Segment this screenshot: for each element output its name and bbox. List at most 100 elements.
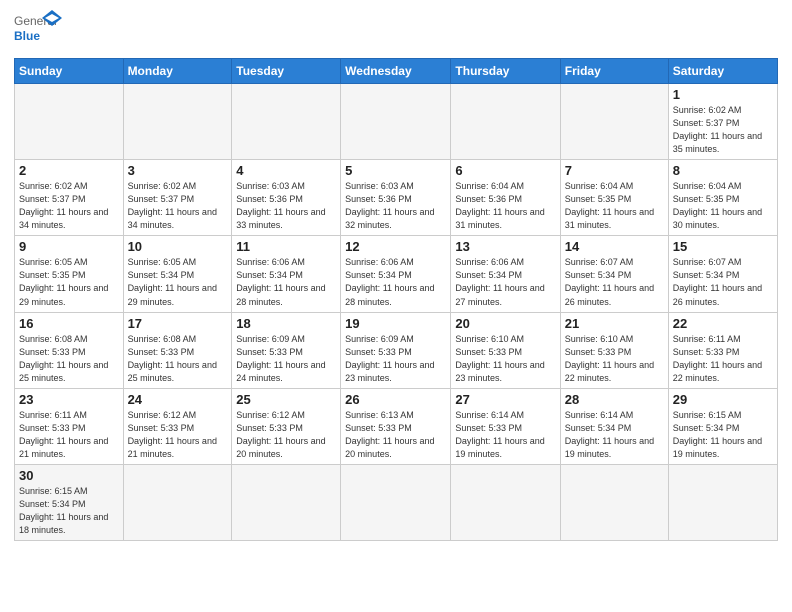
day-number: 26 (345, 392, 446, 407)
weekday-header-friday: Friday (560, 59, 668, 84)
calendar-cell: 16 Sunrise: 6:08 AM Sunset: 5:33 PM Dayli… (15, 312, 124, 388)
generalblue-logo-icon: General Blue (14, 10, 62, 52)
day-number: 27 (455, 392, 555, 407)
calendar-cell: 27 Sunrise: 6:14 AM Sunset: 5:33 PM Dayli… (451, 388, 560, 464)
svg-text:Blue: Blue (14, 29, 40, 43)
day-info: Sunrise: 6:12 AM Sunset: 5:33 PM Dayligh… (128, 409, 228, 461)
day-number: 21 (565, 316, 664, 331)
day-info: Sunrise: 6:09 AM Sunset: 5:33 PM Dayligh… (236, 333, 336, 385)
day-number: 20 (455, 316, 555, 331)
calendar-cell (232, 84, 341, 160)
day-info: Sunrise: 6:02 AM Sunset: 5:37 PM Dayligh… (19, 180, 119, 232)
calendar-cell: 30 Sunrise: 6:15 AM Sunset: 5:34 PM Dayli… (15, 464, 124, 540)
calendar-cell: 18 Sunrise: 6:09 AM Sunset: 5:33 PM Dayli… (232, 312, 341, 388)
calendar-cell: 25Sunrise: 6:12 AM Sunset: 5:33 PM Dayli… (232, 388, 341, 464)
day-number: 11 (236, 239, 336, 254)
day-info: Sunrise: 6:05 AM Sunset: 5:35 PM Dayligh… (19, 256, 119, 308)
calendar-cell: 28 Sunrise: 6:14 AM Sunset: 5:34 PM Dayli… (560, 388, 668, 464)
day-info: Sunrise: 6:12 AM Sunset: 5:33 PM Dayligh… (236, 409, 336, 461)
day-number: 7 (565, 163, 664, 178)
calendar-cell: 15Sunrise: 6:07 AM Sunset: 5:34 PM Dayli… (668, 236, 777, 312)
day-number: 2 (19, 163, 119, 178)
calendar-cell: 19 Sunrise: 6:09 AM Sunset: 5:33 PM Dayli… (341, 312, 451, 388)
calendar-cell: 14Sunrise: 6:07 AM Sunset: 5:34 PM Dayli… (560, 236, 668, 312)
day-info: Sunrise: 6:15 AM Sunset: 5:34 PM Dayligh… (673, 409, 773, 461)
day-number: 22 (673, 316, 773, 331)
calendar-cell (560, 464, 668, 540)
calendar-cell: 22 Sunrise: 6:11 AM Sunset: 5:33 PM Dayli… (668, 312, 777, 388)
calendar-cell: 5Sunrise: 6:03 AM Sunset: 5:36 PM Daylig… (341, 160, 451, 236)
day-number: 29 (673, 392, 773, 407)
day-info: Sunrise: 6:14 AM Sunset: 5:34 PM Dayligh… (565, 409, 664, 461)
calendar-table: SundayMondayTuesdayWednesdayThursdayFrid… (14, 58, 778, 541)
calendar-cell: 29 Sunrise: 6:15 AM Sunset: 5:34 PM Dayli… (668, 388, 777, 464)
calendar-cell: 12Sunrise: 6:06 AM Sunset: 5:34 PM Dayli… (341, 236, 451, 312)
weekday-header-monday: Monday (123, 59, 232, 84)
calendar-row-1: 1Sunrise: 6:02 AM Sunset: 5:37 PM Daylig… (15, 84, 778, 160)
day-number: 18 (236, 316, 336, 331)
day-number: 6 (455, 163, 555, 178)
day-info: Sunrise: 6:02 AM Sunset: 5:37 PM Dayligh… (673, 104, 773, 156)
calendar-cell (15, 84, 124, 160)
weekday-header-sunday: Sunday (15, 59, 124, 84)
calendar-cell (123, 84, 232, 160)
calendar-cell: 7 Sunrise: 6:04 AM Sunset: 5:35 PM Daylig… (560, 160, 668, 236)
calendar-cell: 23 Sunrise: 6:11 AM Sunset: 5:33 PM Dayli… (15, 388, 124, 464)
day-number: 16 (19, 316, 119, 331)
calendar-cell (560, 84, 668, 160)
calendar-cell (341, 84, 451, 160)
calendar-cell: 4 Sunrise: 6:03 AM Sunset: 5:36 PM Daylig… (232, 160, 341, 236)
calendar-row-3: 9 Sunrise: 6:05 AM Sunset: 5:35 PM Daylig… (15, 236, 778, 312)
calendar-cell: 6 Sunrise: 6:04 AM Sunset: 5:36 PM Daylig… (451, 160, 560, 236)
day-number: 19 (345, 316, 446, 331)
day-info: Sunrise: 6:04 AM Sunset: 5:36 PM Dayligh… (455, 180, 555, 232)
calendar-cell (123, 464, 232, 540)
day-number: 5 (345, 163, 446, 178)
day-number: 9 (19, 239, 119, 254)
weekday-header-tuesday: Tuesday (232, 59, 341, 84)
day-info: Sunrise: 6:11 AM Sunset: 5:33 PM Dayligh… (19, 409, 119, 461)
day-info: Sunrise: 6:10 AM Sunset: 5:33 PM Dayligh… (565, 333, 664, 385)
day-number: 23 (19, 392, 119, 407)
day-info: Sunrise: 6:09 AM Sunset: 5:33 PM Dayligh… (345, 333, 446, 385)
day-number: 12 (345, 239, 446, 254)
day-info: Sunrise: 6:04 AM Sunset: 5:35 PM Dayligh… (565, 180, 664, 232)
weekday-header-row: SundayMondayTuesdayWednesdayThursdayFrid… (15, 59, 778, 84)
page: General Blue SundayMondayTuesdayWednesda… (0, 0, 792, 612)
header: General Blue (14, 10, 778, 52)
calendar-cell: 11Sunrise: 6:06 AM Sunset: 5:34 PM Dayli… (232, 236, 341, 312)
day-info: Sunrise: 6:08 AM Sunset: 5:33 PM Dayligh… (19, 333, 119, 385)
day-number: 15 (673, 239, 773, 254)
calendar-cell: 24 Sunrise: 6:12 AM Sunset: 5:33 PM Dayli… (123, 388, 232, 464)
calendar-cell: 17Sunrise: 6:08 AM Sunset: 5:33 PM Dayli… (123, 312, 232, 388)
calendar-cell (232, 464, 341, 540)
day-info: Sunrise: 6:10 AM Sunset: 5:33 PM Dayligh… (455, 333, 555, 385)
weekday-header-thursday: Thursday (451, 59, 560, 84)
day-info: Sunrise: 6:06 AM Sunset: 5:34 PM Dayligh… (455, 256, 555, 308)
day-number: 8 (673, 163, 773, 178)
calendar-cell (668, 464, 777, 540)
day-info: Sunrise: 6:11 AM Sunset: 5:33 PM Dayligh… (673, 333, 773, 385)
day-number: 30 (19, 468, 119, 483)
day-info: Sunrise: 6:08 AM Sunset: 5:33 PM Dayligh… (128, 333, 228, 385)
weekday-header-saturday: Saturday (668, 59, 777, 84)
day-number: 3 (128, 163, 228, 178)
day-info: Sunrise: 6:05 AM Sunset: 5:34 PM Dayligh… (128, 256, 228, 308)
day-info: Sunrise: 6:13 AM Sunset: 5:33 PM Dayligh… (345, 409, 446, 461)
calendar-row-6: 30 Sunrise: 6:15 AM Sunset: 5:34 PM Dayli… (15, 464, 778, 540)
day-info: Sunrise: 6:04 AM Sunset: 5:35 PM Dayligh… (673, 180, 773, 232)
day-number: 24 (128, 392, 228, 407)
calendar-cell (451, 84, 560, 160)
calendar-cell: 1Sunrise: 6:02 AM Sunset: 5:37 PM Daylig… (668, 84, 777, 160)
day-info: Sunrise: 6:15 AM Sunset: 5:34 PM Dayligh… (19, 485, 119, 537)
calendar-cell: 8 Sunrise: 6:04 AM Sunset: 5:35 PM Daylig… (668, 160, 777, 236)
day-number: 28 (565, 392, 664, 407)
weekday-header-wednesday: Wednesday (341, 59, 451, 84)
calendar-row-5: 23 Sunrise: 6:11 AM Sunset: 5:33 PM Dayli… (15, 388, 778, 464)
calendar-cell: 20 Sunrise: 6:10 AM Sunset: 5:33 PM Dayli… (451, 312, 560, 388)
day-info: Sunrise: 6:07 AM Sunset: 5:34 PM Dayligh… (565, 256, 664, 308)
day-info: Sunrise: 6:14 AM Sunset: 5:33 PM Dayligh… (455, 409, 555, 461)
day-info: Sunrise: 6:03 AM Sunset: 5:36 PM Dayligh… (236, 180, 336, 232)
day-number: 4 (236, 163, 336, 178)
calendar-cell: 21 Sunrise: 6:10 AM Sunset: 5:33 PM Dayli… (560, 312, 668, 388)
